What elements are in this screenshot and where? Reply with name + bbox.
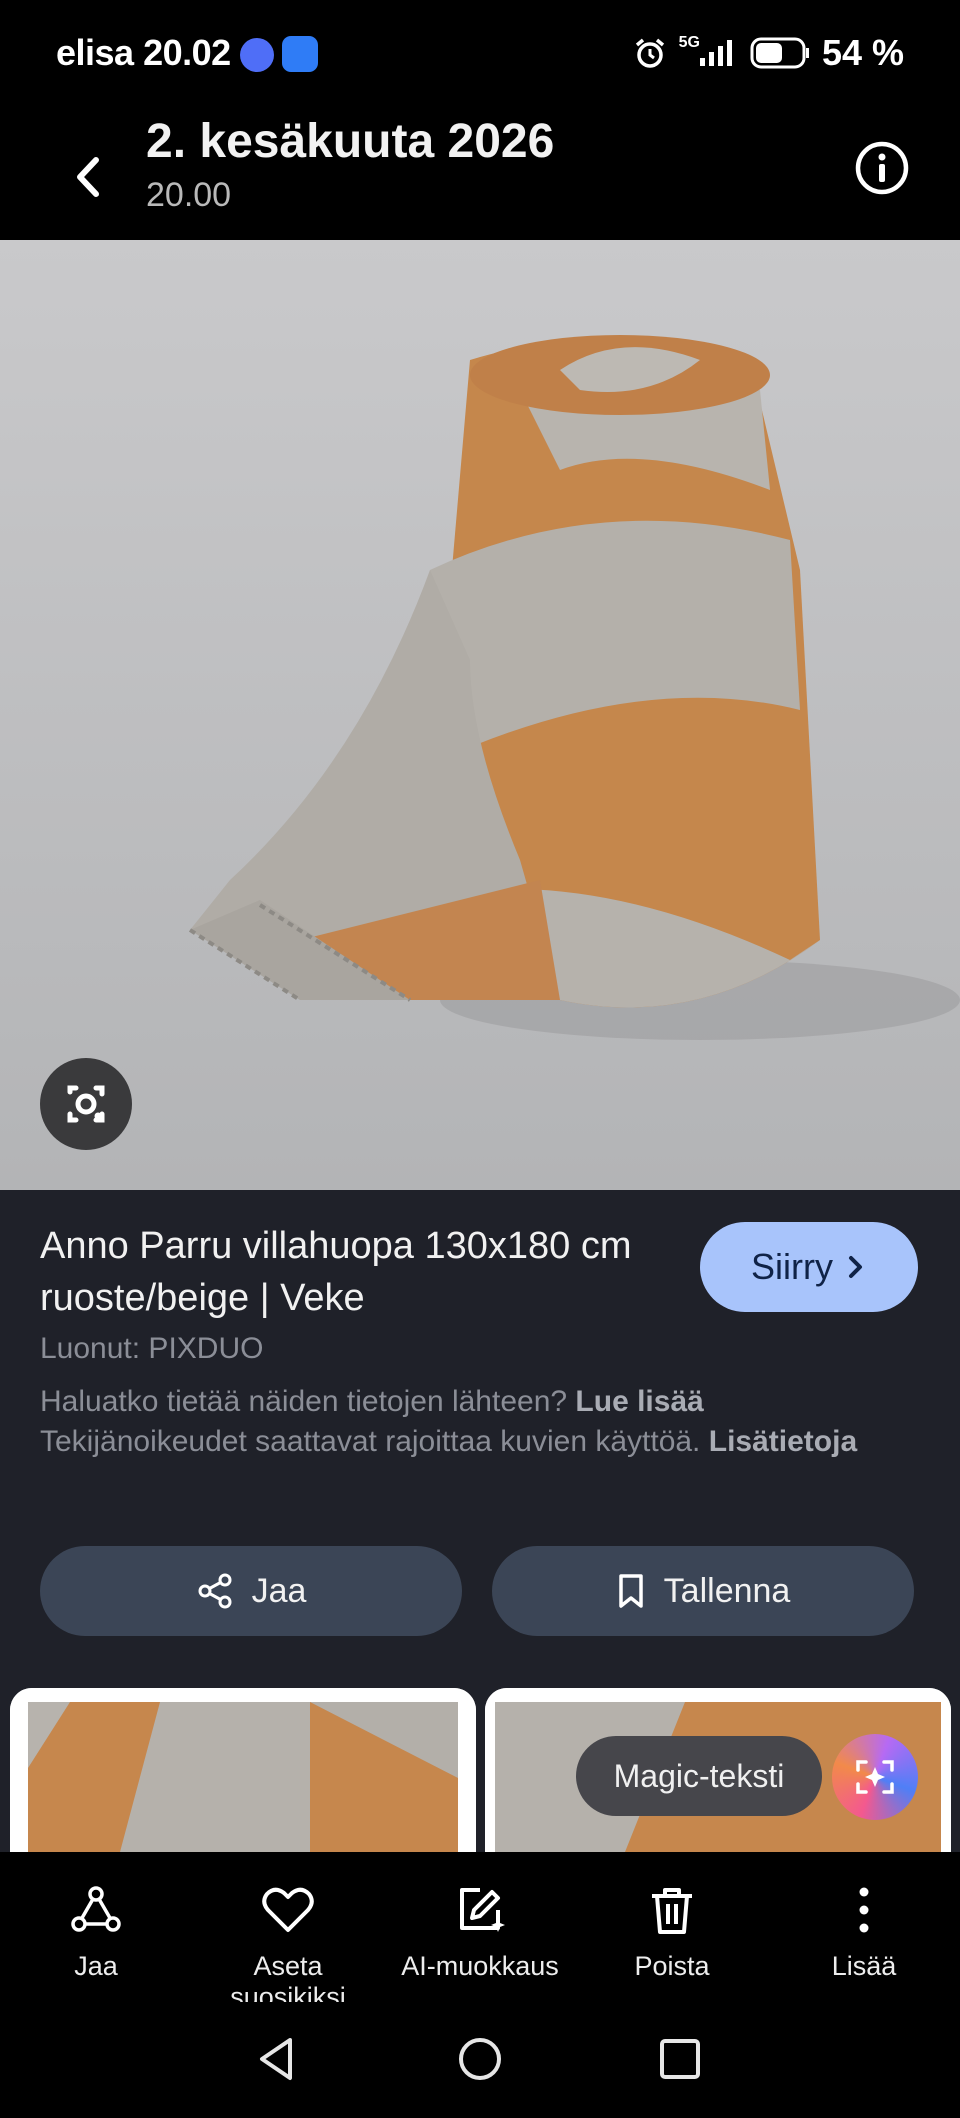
carrier-name: elisa bbox=[56, 32, 134, 73]
alarm-icon bbox=[635, 38, 664, 68]
share-result-button[interactable]: Jaa bbox=[40, 1546, 462, 1636]
magic-sparkle-icon bbox=[856, 1760, 894, 1794]
toolbar-share-label: Jaa bbox=[74, 1951, 118, 1981]
go-button[interactable]: Siirry bbox=[700, 1222, 918, 1312]
photo-date: 2. kesäkuuta 2026 bbox=[146, 115, 555, 168]
status-carrier: elisa 20.02 bbox=[56, 32, 231, 74]
system-navigation-bar bbox=[0, 2002, 960, 2118]
share-icon bbox=[198, 1573, 232, 1609]
heart-icon bbox=[262, 1887, 314, 1932]
trash-icon bbox=[652, 1888, 692, 1934]
appmarket-notification-icon bbox=[282, 36, 318, 72]
save-result-label: Tallenna bbox=[663, 1571, 791, 1610]
photo-view[interactable] bbox=[0, 240, 960, 1190]
toolbar-more[interactable]: Lisää bbox=[768, 1852, 960, 2002]
info-icon bbox=[855, 141, 909, 195]
nav-back-icon[interactable] bbox=[252, 2034, 302, 2084]
share-icon bbox=[71, 1886, 121, 1932]
nav-home-icon[interactable] bbox=[455, 2034, 505, 2084]
toolbar-favorite[interactable]: Aseta suosikiksi bbox=[192, 1852, 384, 2012]
photo-toolbar: Jaa Aseta suosikiksi AI-muokkaus Poista … bbox=[0, 1852, 960, 2012]
signal-icon bbox=[699, 40, 732, 66]
back-arrow-icon bbox=[77, 157, 99, 197]
blanket-photo bbox=[0, 240, 960, 1190]
app-notification-icon bbox=[240, 38, 274, 72]
creator-credit: Luonut: PIXDUO bbox=[40, 1332, 264, 1365]
toolbar-more-label: Lisää bbox=[831, 1951, 897, 1981]
more-icon bbox=[859, 1887, 869, 1933]
info-button[interactable] bbox=[852, 138, 912, 198]
ai-edit-icon bbox=[460, 1888, 505, 1932]
bookmark-icon bbox=[618, 1574, 643, 1608]
network-icon: 5G bbox=[678, 34, 700, 51]
photo-time: 20.00 bbox=[146, 176, 232, 214]
back-button[interactable] bbox=[54, 142, 124, 212]
related-thumbnail-1 bbox=[10, 1688, 476, 1852]
learn-more-link[interactable]: Lue lisää bbox=[575, 1385, 703, 1418]
status-bar: elisa 20.02 5G 54 % bbox=[0, 0, 960, 110]
nav-recents-icon[interactable] bbox=[655, 2034, 705, 2084]
copyright-notice: Tekijänoikeudet saattavat rajoittaa kuvi… bbox=[40, 1425, 701, 1458]
lens-result-panel: Anno Parru villahuopa 130x180 cm ruoste/… bbox=[0, 1190, 960, 1852]
more-info-link[interactable]: Lisätietoja bbox=[709, 1425, 857, 1458]
save-result-button[interactable]: Tallenna bbox=[492, 1546, 914, 1636]
chevron-right-icon bbox=[848, 1256, 862, 1278]
toolbar-delete[interactable]: Poista bbox=[576, 1852, 768, 2002]
toolbar-share[interactable]: Jaa bbox=[0, 1852, 192, 2002]
magic-text-button[interactable] bbox=[832, 1734, 918, 1820]
status-time: 20.02 bbox=[143, 32, 231, 73]
battery-icon bbox=[750, 37, 809, 69]
toolbar-delete-label: Poista bbox=[634, 1951, 710, 1981]
source-question: Haluatko tietää näiden tietojen lähteen? bbox=[40, 1385, 568, 1418]
share-result-label: Jaa bbox=[251, 1571, 307, 1610]
toolbar-ai-edit-label: AI-muokkaus bbox=[401, 1951, 559, 1981]
battery-level: 54 % bbox=[821, 32, 904, 73]
toolbar-ai-edit[interactable]: AI-muokkaus bbox=[384, 1852, 576, 2002]
related-image-1[interactable] bbox=[10, 1688, 476, 1852]
google-lens-button[interactable] bbox=[40, 1058, 132, 1150]
lens-icon bbox=[67, 1085, 105, 1123]
status-right: 5G 54 % bbox=[633, 32, 904, 74]
source-info: Haluatko tietää näiden tietojen lähteen?… bbox=[40, 1382, 940, 1462]
go-button-label: Siirry bbox=[751, 1246, 833, 1287]
viewer-header: 2. kesäkuuta 2026 20.00 bbox=[0, 110, 960, 240]
result-title: Anno Parru villahuopa 130x180 cm ruoste/… bbox=[40, 1225, 632, 1319]
magic-text-chip[interactable]: Magic-teksti bbox=[576, 1736, 822, 1816]
